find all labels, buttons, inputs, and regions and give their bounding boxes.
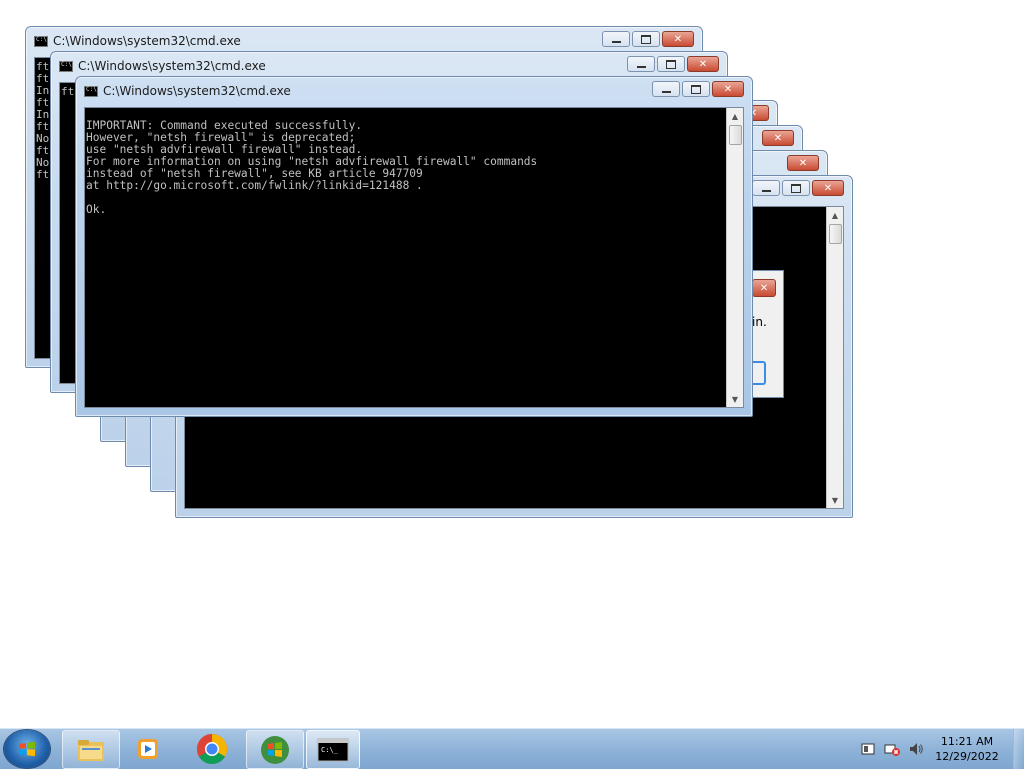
cmd-icon (34, 35, 48, 47)
window-title-text: C:\Windows\system32\cmd.exe (78, 59, 266, 73)
maximize-button[interactable] (682, 81, 710, 97)
start-button[interactable] (4, 730, 50, 768)
close-button[interactable]: ✕ (812, 180, 844, 196)
window-controls: ✕ (752, 180, 844, 196)
vertical-scrollbar[interactable]: ▲ ▼ (826, 207, 843, 508)
scroll-up-icon[interactable]: ▲ (827, 207, 843, 223)
dialog-fragment: ✕ in. (752, 270, 784, 398)
maximize-button[interactable] (657, 56, 685, 72)
taskbar-chrome[interactable] (184, 730, 240, 767)
window-title: C:\Windows\system32\cmd.exe (59, 58, 607, 74)
console-output: IMPORTANT: Command executed successfully… (86, 119, 538, 216)
taskbar-media-player[interactable] (120, 730, 176, 767)
taskbar-explorer[interactable] (62, 730, 120, 769)
network-warning-icon[interactable] (884, 741, 900, 757)
window-controls: ✕ (602, 31, 694, 47)
scroll-down-icon[interactable]: ▼ (727, 391, 743, 407)
dialog-text: in. (752, 315, 767, 329)
maximize-button[interactable] (782, 180, 810, 196)
chrome-icon (196, 733, 228, 764)
windows-logo-icon (19, 741, 35, 757)
window-title: C:\Windows\system32\cmd.exe (34, 33, 582, 49)
action-center-icon[interactable] (860, 741, 876, 757)
taskbar: C:\_ 11:21 AM 12/29/2022 (0, 728, 1024, 769)
console-line-fragment: ft (36, 168, 50, 181)
console-line-fragment: ft (61, 85, 75, 98)
window-title: C:\Windows\system32\cmd.exe (84, 83, 632, 99)
window-controls: ✕ (652, 81, 744, 97)
cmd-icon (59, 60, 73, 72)
show-desktop-button[interactable] (1013, 729, 1024, 769)
console-text-fragment: ft ft In ft In ft No ft No ft (36, 61, 49, 181)
window-title-text: C:\Windows\system32\cmd.exe (103, 84, 291, 98)
close-button[interactable]: ✕ (687, 56, 719, 72)
cmd-icon: C:\_ (317, 738, 349, 761)
window-controls: ✕ (787, 155, 819, 171)
minimize-button[interactable] (627, 56, 655, 72)
dialog-ok-button[interactable] (752, 361, 766, 385)
windows-orb-icon (261, 735, 289, 764)
scroll-thumb[interactable] (829, 224, 842, 244)
dialog-close-button[interactable]: ✕ (752, 279, 776, 297)
console-area[interactable]: IMPORTANT: Command executed successfully… (84, 107, 744, 408)
cmd-window-active[interactable]: C:\Windows\system32\cmd.exe ✕ IMPORTANT:… (75, 76, 753, 417)
close-button[interactable]: ✕ (662, 31, 694, 47)
scroll-down-icon[interactable]: ▼ (827, 492, 843, 508)
clock[interactable]: 11:21 AM 12/29/2022 (932, 734, 1002, 764)
close-button[interactable]: ✕ (787, 155, 819, 171)
scroll-up-icon[interactable]: ▲ (727, 108, 743, 124)
close-button[interactable]: ✕ (762, 130, 794, 146)
taskbar-windows-live[interactable] (246, 730, 304, 769)
system-tray: 11:21 AM 12/29/2022 (860, 729, 1002, 769)
volume-icon[interactable] (908, 741, 924, 757)
svg-text:C:\_: C:\_ (321, 746, 339, 754)
window-controls: ✕ (762, 130, 794, 146)
clock-date: 12/29/2022 (935, 750, 999, 763)
minimize-button[interactable] (752, 180, 780, 196)
minimize-button[interactable] (602, 31, 630, 47)
desktop: ✕ ✕ ✕ ✕ ▲ ▼ ✕ in. (0, 0, 1024, 728)
taskbar-cmd[interactable]: C:\_ (306, 730, 360, 769)
console-text-fragment: ft (61, 86, 74, 98)
maximize-button[interactable] (632, 31, 660, 47)
scroll-thumb[interactable] (729, 125, 742, 145)
cmd-icon (84, 85, 98, 97)
minimize-button[interactable] (652, 81, 680, 97)
close-button[interactable]: ✕ (712, 81, 744, 97)
vertical-scrollbar[interactable]: ▲ ▼ (726, 108, 743, 407)
folder-icon (78, 739, 104, 761)
media-player-icon (138, 738, 158, 759)
window-controls: ✕ (627, 56, 719, 72)
window-title-text: C:\Windows\system32\cmd.exe (53, 34, 241, 48)
clock-time: 11:21 AM (940, 735, 994, 748)
